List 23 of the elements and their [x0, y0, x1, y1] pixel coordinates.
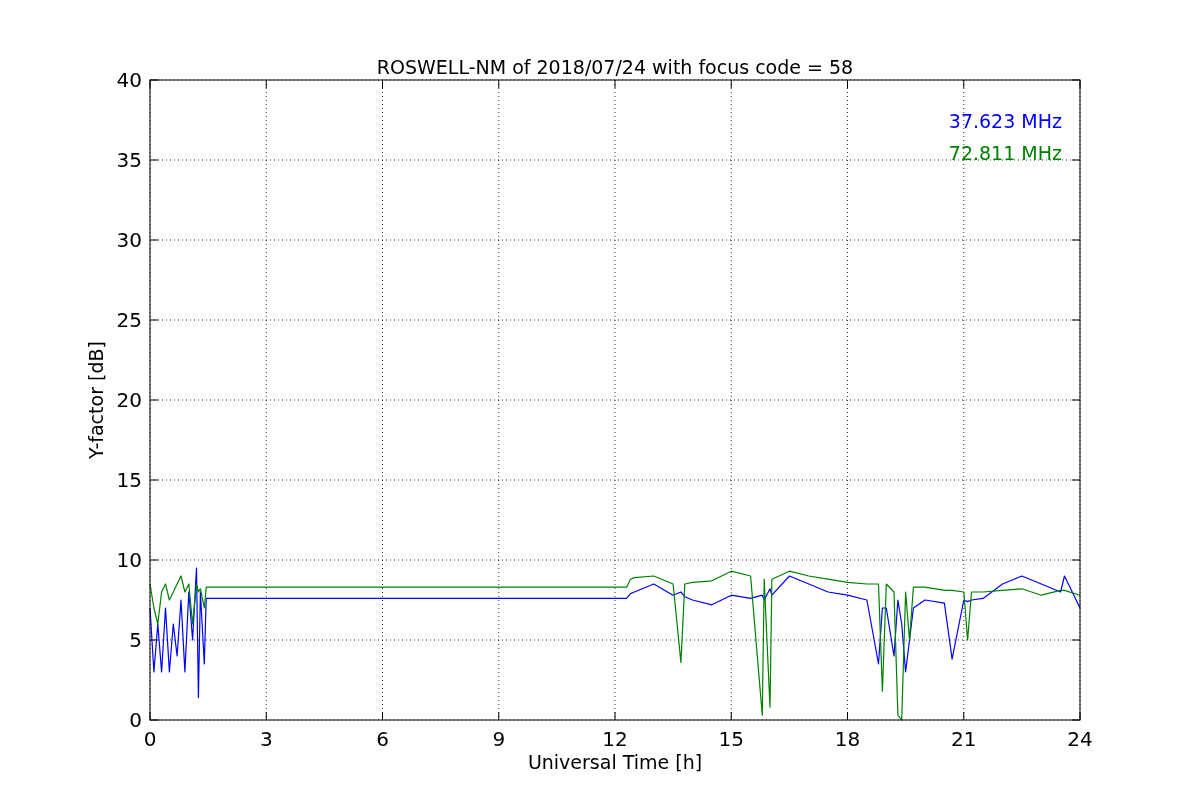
x-axis-label: Universal Time [h]: [527, 751, 703, 773]
x-tick-label: 15: [718, 727, 744, 751]
x-tick-label: 18: [834, 727, 861, 751]
y-tick-label: 30: [116, 228, 142, 252]
x-tick-label: 6: [376, 727, 389, 751]
y-tick-label: 20: [116, 388, 142, 412]
x-tick-label: 9: [492, 727, 506, 751]
x-tick-label: 24: [1067, 727, 1093, 751]
y-tick-label: 0: [129, 708, 142, 732]
y-tick-label: 15: [116, 468, 142, 492]
y-axis-label: Y-factor [dB]: [85, 341, 107, 459]
x-tick-label: 21: [951, 727, 977, 751]
x-tick-label: 0: [143, 727, 157, 751]
y-tick-label: 10: [116, 548, 142, 572]
y-tick-label: 40: [116, 68, 142, 92]
y-tick-label: 5: [129, 628, 142, 652]
x-tick-label: 3: [259, 727, 273, 751]
legend-label: 37.623 MHz: [948, 110, 1062, 132]
legend-label: 72.811 MHz: [948, 142, 1062, 164]
x-tick-label: 12: [602, 727, 628, 751]
y-tick-label: 25: [116, 308, 142, 332]
chart-title: ROSWELL-NM of 2018/07/24 with focus code = 58: [376, 56, 854, 78]
y-tick-label: 35: [116, 148, 142, 172]
